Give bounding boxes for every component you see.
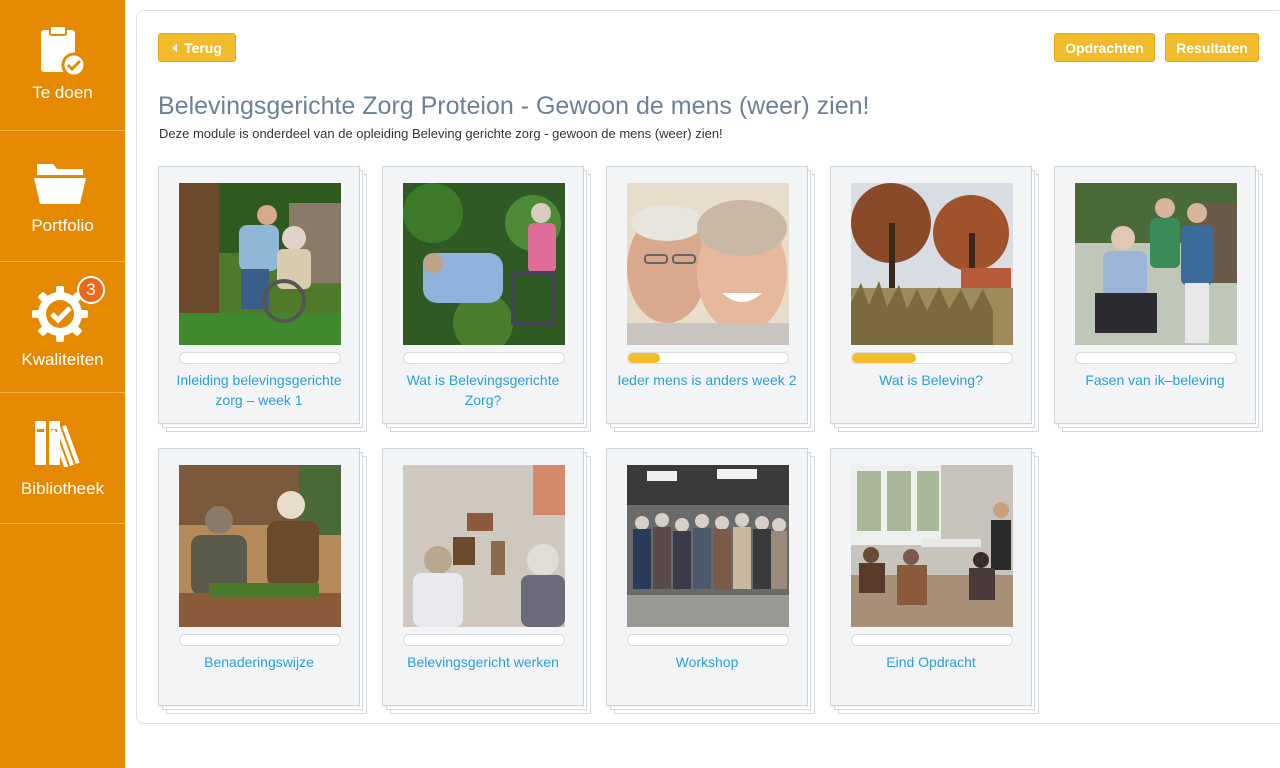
- module-image: [179, 465, 341, 627]
- sidebar-item-label: Portfolio: [31, 216, 94, 235]
- module-title: Fasen van ik–beleving: [1085, 372, 1225, 388]
- module-card[interactable]: Benaderingswijze: [158, 448, 367, 714]
- sidebar-item-bibliotheek[interactable]: Bibliotheek: [0, 393, 125, 524]
- sidebar-item-label: Te doen: [32, 83, 93, 102]
- notification-badge: 3: [77, 276, 105, 304]
- progress-bar: [179, 352, 341, 364]
- module-image: [627, 465, 789, 627]
- module-image: [403, 465, 565, 627]
- sidebar-item-label: Kwaliteiten: [21, 350, 104, 369]
- module-card[interactable]: Belevingsgericht werken: [382, 448, 591, 714]
- module-panel: Terug Opdrachten Resultaten Belevingsger…: [136, 10, 1280, 724]
- progress-bar: [627, 352, 789, 364]
- module-title: Benaderingswijze: [204, 654, 314, 670]
- module-card[interactable]: Fasen van ik–beleving: [1054, 166, 1263, 432]
- module-title: Wat is Beleving?: [879, 372, 983, 388]
- module-card[interactable]: Wat is Beleving?: [830, 166, 1039, 432]
- module-image: [627, 183, 789, 345]
- progress-bar: [851, 634, 1013, 646]
- progress-bar: [403, 634, 565, 646]
- sidebar-item-te-doen[interactable]: Te doen: [0, 0, 125, 131]
- books-icon: [35, 421, 80, 467]
- progress-bar: [179, 634, 341, 646]
- caret-left-icon: [172, 44, 178, 52]
- page-title: Belevingsgerichte Zorg Proteion - Gewoon…: [158, 92, 870, 120]
- module-title: Belevingsgericht werken: [407, 654, 559, 670]
- back-button-label: Terug: [184, 40, 222, 56]
- module-card[interactable]: Eind Opdracht: [830, 448, 1039, 714]
- module-card[interactable]: Wat is Belevingsgerichte Zorg?: [382, 166, 591, 432]
- module-image: [851, 183, 1013, 345]
- module-card[interactable]: Inleiding belevingsgerichte zorg – week …: [158, 166, 367, 432]
- module-title: Inleiding belevingsgerichte zorg – week …: [176, 372, 342, 408]
- module-image: [851, 465, 1013, 627]
- progress-bar: [403, 352, 565, 364]
- folder-icon: [34, 164, 86, 204]
- page-subtitle: Deze module is onderdeel van de opleidin…: [159, 126, 723, 141]
- sidebar-item-kwaliteiten[interactable]: 3 Kwaliteiten: [0, 262, 125, 393]
- module-title: Ieder mens is anders week 2: [617, 372, 797, 388]
- module-image: [179, 183, 341, 345]
- module-image: [1075, 183, 1237, 345]
- progress-bar: [627, 634, 789, 646]
- progress-bar: [1075, 352, 1237, 364]
- sidebar-item-label: Bibliotheek: [20, 479, 105, 498]
- module-image: [403, 183, 565, 345]
- module-card[interactable]: Workshop: [606, 448, 815, 714]
- module-title: Wat is Belevingsgerichte Zorg?: [406, 372, 560, 408]
- module-card[interactable]: Ieder mens is anders week 2: [606, 166, 815, 432]
- sidebar: Te doen Portfolio 3 Kwaliteiten Biblioth…: [0, 0, 125, 768]
- module-title: Workshop: [675, 654, 739, 670]
- clipboard-check-icon: [41, 25, 86, 78]
- back-button[interactable]: Terug: [158, 33, 236, 62]
- results-button[interactable]: Resultaten: [1165, 33, 1259, 62]
- sidebar-item-portfolio[interactable]: Portfolio: [0, 131, 125, 262]
- assignments-button[interactable]: Opdrachten: [1054, 33, 1155, 62]
- progress-bar: [851, 352, 1013, 364]
- module-title: Eind Opdracht: [886, 654, 976, 670]
